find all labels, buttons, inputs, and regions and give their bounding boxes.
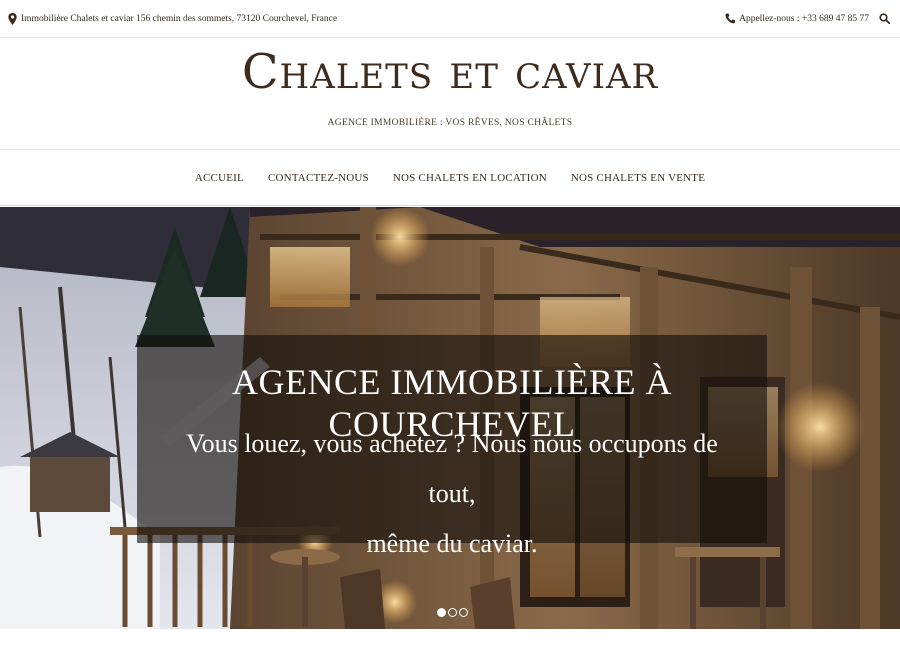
page-bottom-strip bbox=[0, 629, 900, 650]
brand-header: Chalets et caviar AGENCE IMMOBILIÈRE : V… bbox=[0, 39, 900, 150]
nav-item-accueil[interactable]: ACCUEIL bbox=[195, 172, 244, 184]
top-info-bar: Immobilière Chalets et caviar 156 chemin… bbox=[0, 0, 900, 38]
hero-subtitle-line-1: Vous louez, vous achetez ? Nous nous occ… bbox=[186, 429, 718, 508]
contact-block: Appellez-nous : +33 689 47 85 77 bbox=[725, 13, 890, 24]
hero-subtitle-line-2: même du caviar. bbox=[366, 529, 538, 558]
address-block: Immobilière Chalets et caviar 156 chemin… bbox=[8, 12, 338, 25]
nav-item-chalets-vente[interactable]: NOS CHALETS EN VENTE bbox=[571, 172, 705, 184]
site-tagline: AGENCE IMMOBILIÈRE : VOS RÊVES, NOS CHÂL… bbox=[327, 118, 573, 128]
hero-subtitle: Vous louez, vous achetez ? Nous nous occ… bbox=[167, 419, 737, 569]
nav-item-chalets-location[interactable]: NOS CHALETS EN LOCATION bbox=[393, 172, 547, 184]
phone-text[interactable]: Appellez-nous : +33 689 47 85 77 bbox=[739, 14, 869, 24]
slider-dot-2[interactable] bbox=[448, 608, 457, 617]
hero-caption: AGENCE IMMOBILIÈRE À COURCHEVEL Vous lou… bbox=[137, 335, 767, 558]
slider-pagination bbox=[437, 608, 468, 617]
search-icon[interactable] bbox=[879, 13, 890, 24]
nav-item-contactez-nous[interactable]: CONTACTEZ-NOUS bbox=[268, 172, 369, 184]
slider-dot-1[interactable] bbox=[437, 608, 446, 617]
slider-dot-3[interactable] bbox=[459, 608, 468, 617]
address-text: Immobilière Chalets et caviar 156 chemin… bbox=[21, 13, 338, 24]
site-logo-title[interactable]: Chalets et caviar bbox=[0, 44, 900, 100]
main-navigation: ACCUEIL CONTACTEZ-NOUS NOS CHALETS EN LO… bbox=[0, 151, 900, 206]
map-pin-icon bbox=[8, 12, 17, 25]
phone-icon bbox=[725, 13, 736, 24]
hero-slider: AGENCE IMMOBILIÈRE À COURCHEVEL Vous lou… bbox=[0, 207, 900, 629]
